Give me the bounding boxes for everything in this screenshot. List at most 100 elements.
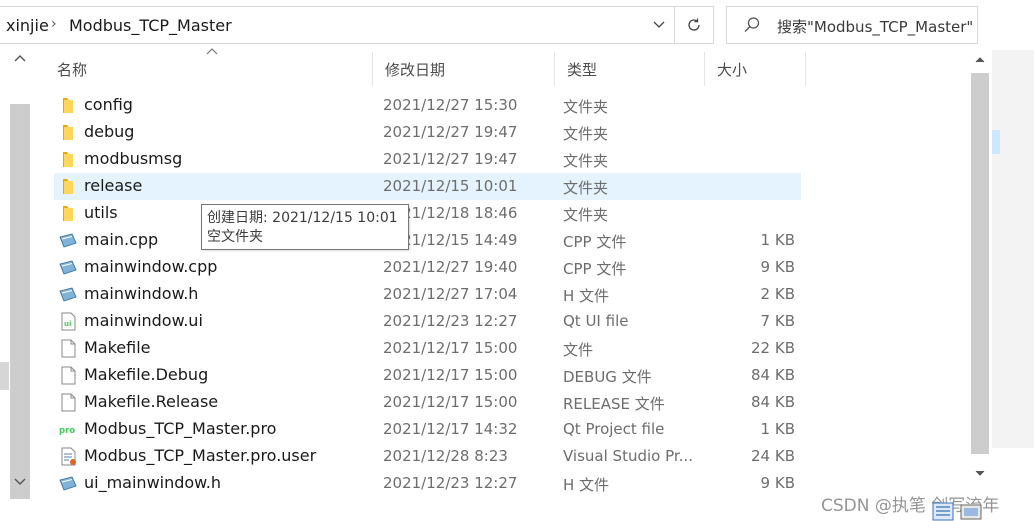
address-history-dropdown[interactable] [644, 6, 674, 44]
file-size: 84 KB [751, 366, 795, 384]
file-type: 文件 [563, 341, 594, 359]
scroll-down-arrow-icon[interactable] [14, 478, 26, 486]
file-list-scrollbar[interactable] [970, 50, 990, 498]
file-row[interactable]: ui mainwindow.ui 2021/12/23 12:27 Qt UI fil… [54, 308, 801, 335]
file-type: 文件夹 [563, 179, 609, 197]
file-row[interactable]: modbusmsg 2021/12/27 19:47 文件夹 [54, 146, 801, 173]
file-name: utils [84, 203, 118, 222]
sort-ascending-icon [206, 48, 218, 55]
file-name: Makefile.Debug [84, 365, 209, 384]
column-header-modified[interactable]: 修改日期 [372, 52, 554, 86]
file-row[interactable]: config 2021/12/27 15:30 文件夹 [54, 92, 801, 119]
address-toolbar: xinjie › Modbus_TCP_Master 搜索"Modbus_TCP… [0, 0, 1034, 50]
file-name: debug [84, 122, 135, 141]
search-input[interactable]: 搜索"Modbus_TCP_Master" [726, 6, 978, 44]
file-modified-date: 2021/12/15 10:01 [383, 177, 518, 195]
blank-file-icon [59, 339, 77, 358]
column-header-row: 名称 修改日期 类型 大小 [44, 48, 806, 86]
navigation-pane-scrollbar[interactable] [10, 50, 30, 500]
file-type: Qt UI file [563, 312, 629, 330]
file-type: 文件夹 [563, 125, 609, 143]
file-size: 7 KB [760, 312, 795, 330]
adjacent-window-edge [992, 50, 1034, 448]
file-type: H 文件 [563, 476, 610, 494]
file-row[interactable]: ui_mainwindow.h 2021/12/23 12:27 H 文件 9 KB [54, 470, 801, 497]
file-row[interactable]: Makefile.Debug 2021/12/17 15:00 DEBUG 文件 84… [54, 362, 801, 389]
file-type: H 文件 [563, 287, 610, 305]
file-row[interactable]: main.cpp 2021/12/15 14:49 CPP 文件 1 KB [54, 227, 801, 254]
file-type: CPP 文件 [563, 233, 627, 251]
file-size: 22 KB [751, 339, 795, 357]
file-type: 文件夹 [563, 152, 609, 170]
breadcrumb-separator[interactable]: › [51, 16, 57, 32]
column-divider[interactable] [805, 52, 806, 86]
vs-project-file-icon [59, 447, 77, 466]
file-modified-date: 2021/12/27 19:47 [383, 150, 518, 168]
file-modified-date: 2021/12/17 14:32 [383, 420, 518, 438]
details-view-icon[interactable] [932, 502, 954, 521]
tooltip-created-date: 创建日期: 2021/12/15 10:01 [207, 210, 398, 226]
search-icon [744, 17, 760, 32]
file-type: CPP 文件 [563, 260, 627, 278]
large-icons-view-icon[interactable] [960, 502, 982, 521]
file-name: main.cpp [84, 230, 159, 249]
file-type: 文件夹 [563, 206, 609, 224]
file-row[interactable]: utils 2021/12/18 18:46 文件夹 [54, 200, 801, 227]
column-header-type-label: 类型 [567, 61, 598, 79]
file-name: mainwindow.ui [84, 311, 203, 330]
column-header-name-label: 名称 [57, 61, 88, 79]
refresh-button[interactable] [674, 6, 714, 44]
file-type: 文件夹 [563, 98, 609, 116]
file-row[interactable]: Modbus_TCP_Master.pro.user 2021/12/28 8:2… [54, 443, 801, 470]
file-name: mainwindow.h [84, 284, 199, 303]
breadcrumb-current-folder[interactable]: Modbus_TCP_Master [69, 16, 232, 35]
file-modified-date: 2021/12/23 12:27 [383, 312, 518, 330]
file-row[interactable]: mainwindow.cpp 2021/12/27 19:40 CPP 文件 9 KB [54, 254, 801, 281]
file-name: modbusmsg [84, 149, 183, 168]
column-header-type[interactable]: 类型 [554, 52, 704, 86]
adjacent-window-selection [992, 130, 1000, 154]
folder-icon [59, 150, 77, 169]
file-modified-date: 2021/12/17 15:00 [383, 366, 518, 384]
file-row[interactable]: Makefile.Release 2021/12/17 15:00 RELEASE … [54, 389, 801, 416]
svg-text:pro: pro [59, 426, 75, 436]
column-header-size-label: 大小 [717, 61, 748, 79]
file-size: 1 KB [760, 420, 795, 438]
column-header-name[interactable]: 名称 [44, 52, 372, 86]
file-size: 24 KB [751, 447, 795, 465]
address-bar[interactable]: xinjie › Modbus_TCP_Master [0, 6, 672, 44]
column-header-modified-label: 修改日期 [385, 61, 446, 79]
folder-info-tooltip: 创建日期: 2021/12/15 10:01 空文件夹 [201, 204, 409, 250]
scroll-down-arrow-icon[interactable] [975, 470, 985, 477]
file-size: 2 KB [760, 285, 795, 303]
tooltip-folder-status: 空文件夹 [207, 229, 263, 245]
header-file-icon [59, 285, 77, 304]
file-size: 9 KB [760, 258, 795, 276]
breadcrumb-xinjie[interactable]: xinjie [6, 16, 49, 35]
folder-icon [59, 177, 77, 196]
scrollbar-thumb[interactable] [10, 104, 30, 499]
file-type: DEBUG 文件 [563, 368, 652, 386]
file-row[interactable]: mainwindow.h 2021/12/27 17:04 H 文件 2 KB [54, 281, 801, 308]
refresh-icon [688, 18, 700, 31]
file-row[interactable]: pro Modbus_TCP_Master.pro 2021/12/17 14:32… [54, 416, 801, 443]
file-row[interactable]: Makefile 2021/12/17 15:00 文件 22 KB [54, 335, 801, 362]
search-placeholder: 搜索"Modbus_TCP_Master" [777, 18, 974, 36]
file-row[interactable]: debug 2021/12/27 19:47 文件夹 [54, 119, 801, 146]
file-modified-date: 2021/12/27 15:30 [383, 96, 518, 114]
scrollbar-thumb[interactable] [971, 73, 989, 454]
scroll-up-arrow-icon[interactable] [975, 56, 985, 63]
file-modified-date: 2021/12/27 19:40 [383, 258, 518, 276]
file-list: config 2021/12/27 15:30 文件夹 debug 2021/12/27… [54, 92, 802, 497]
file-type: Visual Studio Pr... [563, 447, 693, 465]
file-name: Modbus_TCP_Master.pro.user [84, 446, 317, 465]
file-name: release [84, 176, 143, 195]
file-modified-date: 2021/12/23 12:27 [383, 474, 518, 492]
file-row[interactable]: release 2021/12/15 10:01 文件夹 [54, 173, 801, 200]
chevron-down-icon [653, 21, 665, 28]
file-type: RELEASE 文件 [563, 395, 665, 413]
view-mode-switcher [932, 502, 984, 521]
folder-icon [59, 123, 77, 142]
scroll-up-arrow-icon[interactable] [14, 54, 26, 62]
column-header-size[interactable]: 大小 [704, 52, 805, 86]
